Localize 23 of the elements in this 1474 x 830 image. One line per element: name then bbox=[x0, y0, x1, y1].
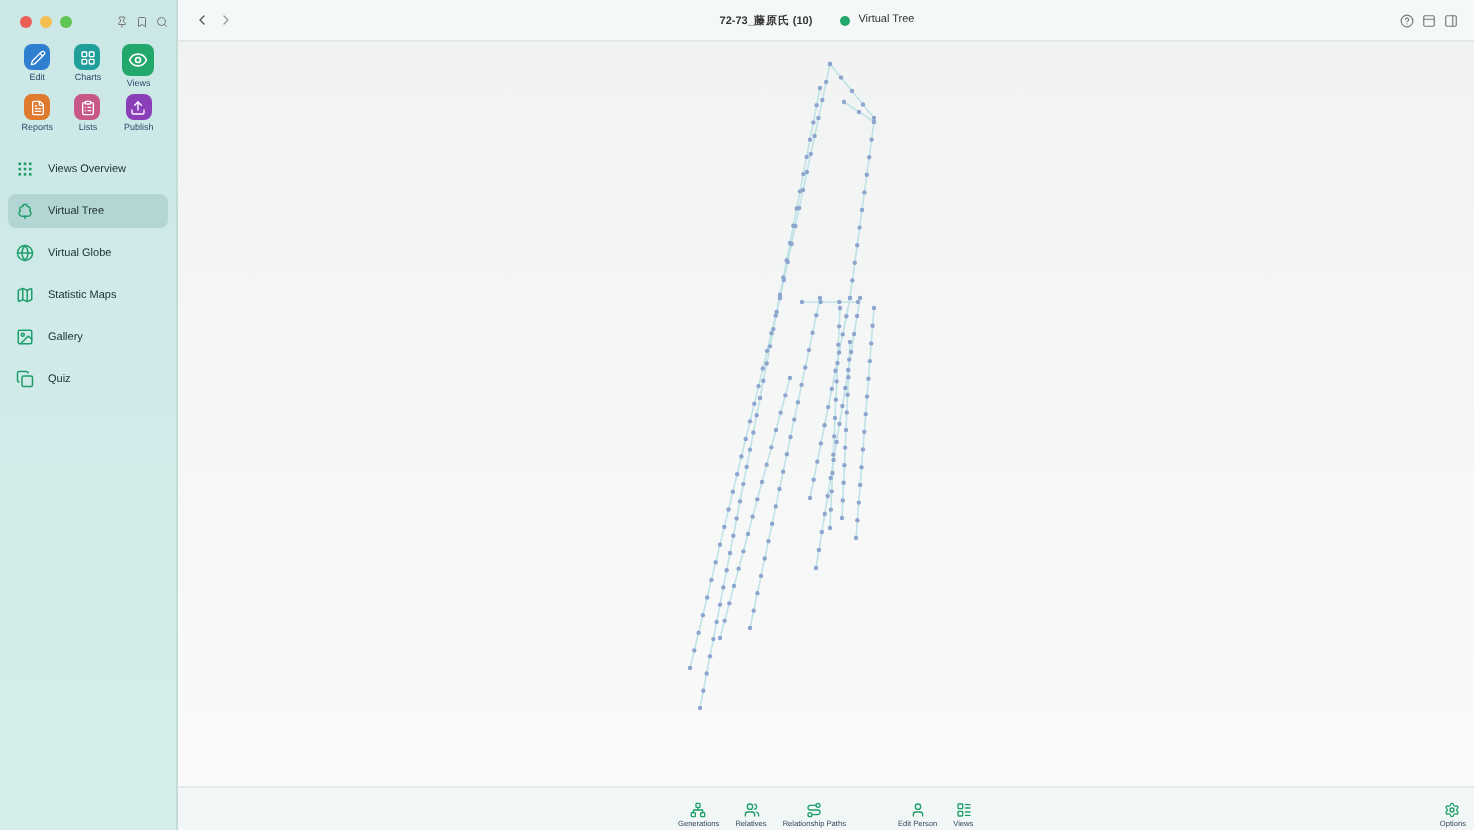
relatives-icon bbox=[743, 802, 759, 818]
tree-icon bbox=[16, 202, 34, 220]
paths-icon bbox=[806, 802, 823, 818]
back-icon[interactable] bbox=[194, 12, 210, 29]
generations-icon bbox=[690, 802, 707, 818]
pin-icon[interactable] bbox=[116, 16, 128, 28]
close-icon[interactable] bbox=[20, 16, 32, 28]
sidebar-toggle-icon[interactable] bbox=[1444, 13, 1458, 28]
gallery-icon bbox=[16, 328, 34, 346]
window-icon[interactable] bbox=[1422, 13, 1436, 28]
person-icon bbox=[909, 802, 926, 818]
forward-icon[interactable] bbox=[218, 12, 234, 29]
quiz-icon bbox=[16, 370, 34, 388]
search-icon[interactable] bbox=[156, 16, 168, 28]
maximize-icon[interactable] bbox=[60, 16, 72, 28]
maps-icon bbox=[16, 286, 34, 304]
views-icon bbox=[955, 802, 972, 818]
status-dot bbox=[840, 15, 851, 26]
help-icon[interactable] bbox=[1400, 13, 1414, 28]
bookmark-icon[interactable] bbox=[136, 16, 148, 28]
globe-icon bbox=[16, 244, 34, 262]
overview-icon bbox=[16, 160, 34, 178]
options-icon bbox=[1444, 802, 1461, 818]
